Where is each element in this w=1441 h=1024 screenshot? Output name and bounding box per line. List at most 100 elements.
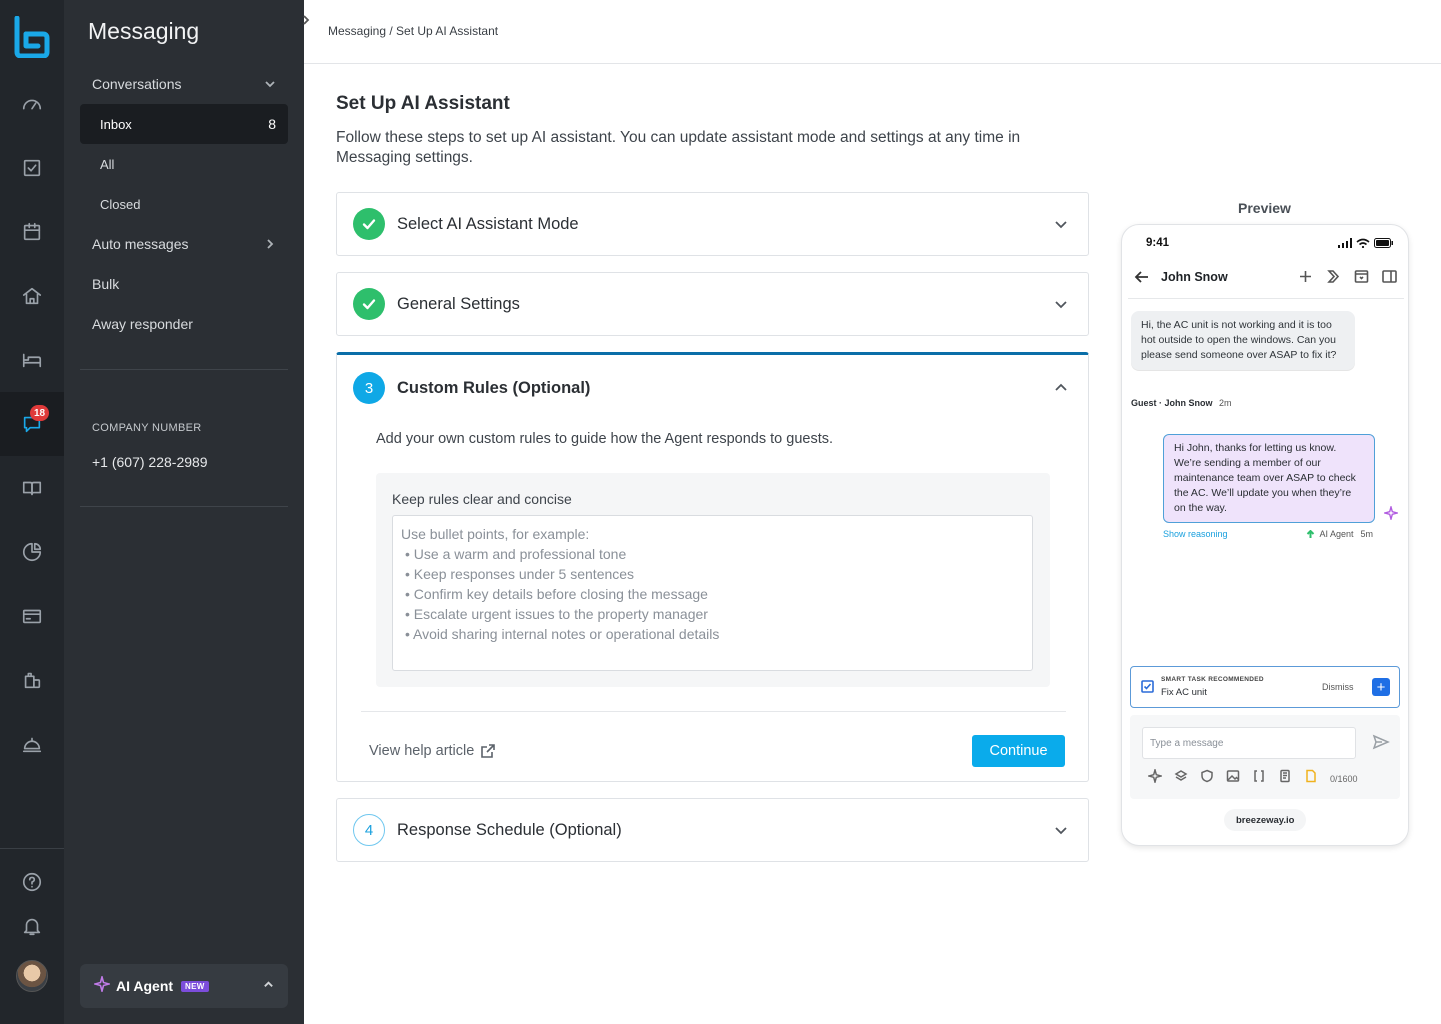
user-avatar[interactable] (16, 960, 48, 992)
card-footer-divider (361, 711, 1066, 712)
plus-icon[interactable] (1297, 268, 1314, 290)
check-circle-icon (353, 208, 385, 240)
placeholder-bullet: • Confirm key details before closing the… (405, 586, 708, 602)
step-custom-rules: 3 Custom Rules (Optional) Add your own c… (336, 352, 1089, 782)
chevron-up-icon (263, 977, 274, 995)
step-select-mode[interactable]: Select AI Assistant Mode (336, 192, 1089, 256)
back-arrow-icon[interactable] (1134, 269, 1150, 290)
nav-closed[interactable]: Closed (80, 184, 288, 224)
nav-auto-messages[interactable]: Auto messages (80, 224, 288, 264)
nav-away-responder[interactable]: Away responder (80, 304, 288, 344)
placeholder-bullet: • Escalate urgent issues to the property… (405, 606, 708, 622)
brackets-icon[interactable] (1252, 769, 1266, 788)
nav-conversations-label: Conversations (92, 76, 182, 92)
guidebook-icon[interactable] (20, 476, 44, 500)
calendar-icon[interactable] (20, 220, 44, 244)
placeholder-bullet: • Avoid sharing internal notes or operat… (405, 626, 720, 642)
ai-sparkle-icon (1382, 504, 1400, 525)
message-input[interactable] (1142, 727, 1356, 759)
tasks-icon[interactable] (20, 156, 44, 180)
send-icon[interactable] (1372, 733, 1390, 756)
step-number: 3 (353, 372, 385, 404)
custom-rules-textarea[interactable]: Use bullet points, for example: • Use a … (392, 515, 1033, 671)
home-icon[interactable] (20, 284, 44, 308)
chevron-down-icon[interactable] (1054, 823, 1068, 837)
add-task-button[interactable]: + (1372, 678, 1390, 696)
note-icon[interactable] (1304, 769, 1318, 788)
step-title: Select AI Assistant Mode (397, 214, 579, 233)
notifications-bell-icon[interactable] (20, 914, 44, 938)
contact-name: John Snow (1161, 270, 1228, 284)
step-response-schedule[interactable]: 4 Response Schedule (Optional) (336, 798, 1089, 862)
task-checkbox-icon (1141, 680, 1154, 698)
breadcrumb: Messaging / Set Up AI Assistant (328, 24, 499, 38)
concierge-bell-icon[interactable] (20, 732, 44, 756)
guest-message-meta: Guest · John Snow 2m (1131, 398, 1232, 408)
battery-icon (1374, 238, 1393, 248)
phone-conversation-header: John Snow (1122, 265, 1408, 299)
view-help-article-link[interactable]: View help article (369, 743, 496, 759)
document-icon[interactable] (1278, 769, 1292, 788)
ai-agent-button[interactable]: AI Agent NEW (80, 964, 288, 1008)
image-icon[interactable] (1226, 769, 1240, 788)
chevron-up-icon[interactable] (1054, 381, 1068, 395)
step-general-settings[interactable]: General Settings (336, 272, 1089, 336)
nav-conversations[interactable]: Conversations (80, 64, 288, 104)
step-title: Custom Rules (Optional) (397, 378, 591, 397)
dismiss-button[interactable]: Dismiss (1322, 682, 1354, 692)
ai-sparkle-icon[interactable] (1146, 767, 1164, 788)
sparkle-icon (91, 973, 113, 997)
smart-task-label: SMART TASK RECOMMENDED (1161, 676, 1264, 683)
company-number: +1 (607) 228-2989 (92, 454, 208, 470)
nav-bulk[interactable]: Bulk (80, 264, 288, 304)
chevron-down-icon (264, 78, 276, 90)
subnav-divider (80, 369, 288, 370)
continue-button[interactable]: Continue (972, 735, 1065, 767)
company-number-label: COMPANY NUMBER (92, 422, 202, 434)
nav-all-label: All (100, 156, 115, 172)
step-title: General Settings (397, 294, 520, 313)
preview-label: Preview (1238, 200, 1291, 216)
agent-message-meta: AI Agent 5m (1306, 529, 1373, 539)
archive-icon[interactable] (1353, 268, 1370, 290)
subnav-divider (80, 506, 288, 507)
nav-closed-label: Closed (100, 196, 141, 212)
guest-meta-time: 2m (1219, 398, 1232, 408)
rail-divider (0, 848, 64, 849)
layers-icon[interactable] (1174, 769, 1188, 788)
external-link-icon (481, 744, 496, 758)
inventory-icon[interactable] (20, 668, 44, 692)
chevron-right-icon (264, 238, 276, 250)
sidebar-panel-icon[interactable] (1381, 268, 1398, 290)
forward-icon[interactable] (1325, 268, 1342, 290)
reports-icon[interactable] (20, 540, 44, 564)
bed-icon[interactable] (20, 348, 44, 372)
char-count: 0/1600 (1330, 773, 1358, 784)
messaging-unread-badge: 18 (30, 405, 50, 421)
nav-inbox[interactable]: Inbox 8 (80, 104, 288, 144)
phone-clock: 9:41 (1146, 237, 1170, 249)
show-reasoning-link[interactable]: Show reasoning (1163, 529, 1228, 539)
wifi-icon (1356, 238, 1370, 248)
nav-all[interactable]: All (80, 144, 288, 184)
shield-icon[interactable] (1200, 769, 1214, 788)
custom-rules-label: Keep rules clear and concise (392, 491, 572, 507)
phone-preview: 9:41 John Snow Hi, the AC unit is not wo… (1121, 224, 1409, 846)
agent-meta-time: 5m (1360, 529, 1373, 539)
composer-toolbar: 0/1600 (1146, 767, 1358, 788)
billing-icon[interactable] (20, 604, 44, 628)
breezeway-logo-icon[interactable] (14, 15, 50, 59)
help-icon[interactable] (20, 870, 44, 894)
smart-task-value: Fix AC unit (1161, 687, 1207, 698)
step-number: 4 (353, 814, 385, 846)
collapse-sidebar-button[interactable] (298, 10, 314, 30)
chevron-right-icon (303, 15, 310, 25)
icon-rail: 18 (0, 0, 64, 1024)
guest-message-bubble: Hi, the AC unit is not working and it is… (1131, 311, 1355, 370)
url-pill: breezeway.io (1224, 809, 1307, 831)
dashboard-icon[interactable] (20, 93, 44, 117)
signal-icon (1338, 238, 1352, 248)
custom-rules-description: Add your own custom rules to guide how t… (376, 431, 834, 447)
chevron-down-icon[interactable] (1054, 297, 1068, 311)
chevron-down-icon[interactable] (1054, 217, 1068, 231)
